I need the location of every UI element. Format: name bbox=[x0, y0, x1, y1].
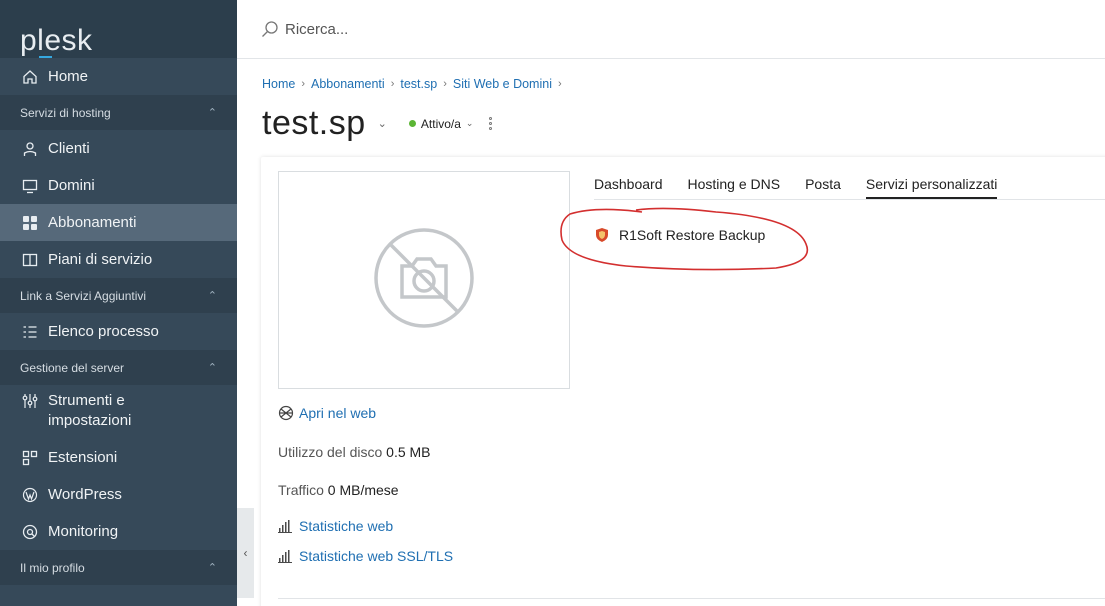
topbar bbox=[237, 0, 1105, 59]
sidebar-item-monitoring[interactable]: Monitoring bbox=[0, 513, 237, 550]
globe-icon bbox=[278, 405, 294, 421]
sidebar-item-clienti[interactable]: Clienti bbox=[0, 130, 237, 167]
traffic: Traffico 0 MB/mese bbox=[278, 482, 399, 498]
section-profile[interactable]: Il mio profilo ⌃ bbox=[0, 550, 237, 585]
bar-chart-icon bbox=[278, 549, 293, 563]
chevron-right-icon: › bbox=[301, 78, 306, 90]
sidebar-item-label: WordPress bbox=[48, 486, 122, 503]
section-server[interactable]: Gestione del server ⌃ bbox=[0, 350, 237, 385]
breadcrumb-home[interactable]: Home bbox=[262, 77, 295, 91]
breadcrumb-websites[interactable]: Siti Web e Domini bbox=[453, 77, 552, 91]
sidebar-item-estensioni[interactable]: Estensioni bbox=[0, 439, 237, 476]
sidebar-item-label: Home bbox=[48, 68, 89, 85]
chevron-up-icon: ⌃ bbox=[207, 362, 217, 374]
red-annotation-circle bbox=[560, 207, 809, 271]
section-hosting[interactable]: Servizi di hosting ⌃ bbox=[0, 95, 237, 130]
book-icon bbox=[22, 252, 38, 268]
breadcrumb-abbonamenti[interactable]: Abbonamenti bbox=[311, 77, 385, 91]
tabs: Dashboard Hosting e DNS Posta Servizi pe… bbox=[594, 176, 1022, 199]
wordpress-icon bbox=[22, 487, 38, 503]
sidebar-item-label: Elenco processo bbox=[48, 323, 159, 340]
sidebar-item-home[interactable]: Home bbox=[0, 58, 237, 95]
sidebar-item-label: Monitoring bbox=[48, 523, 119, 540]
page-title: test.sp bbox=[262, 104, 366, 142]
status-dot bbox=[408, 120, 416, 127]
tab-servizi-personalizzati[interactable]: Servizi personalizzati bbox=[865, 176, 998, 199]
tab-posta[interactable]: Posta bbox=[805, 176, 841, 199]
sidebar: plesk Home Servizi di hosting ⌃ Clienti … bbox=[0, 0, 237, 606]
breadcrumb-subscription[interactable]: test.sp bbox=[400, 77, 437, 91]
chevron-right-icon: › bbox=[390, 78, 395, 90]
sidebar-item-elenco[interactable]: Elenco processo bbox=[0, 313, 237, 350]
chevron-down-icon[interactable]: ⌄ bbox=[378, 117, 387, 130]
chevron-up-icon: ⌃ bbox=[207, 107, 217, 119]
plesk-logo[interactable]: plesk bbox=[0, 0, 237, 58]
web-stats-ssl-link[interactable]: Statistiche web SSL/TLS bbox=[278, 548, 453, 564]
extensions-icon bbox=[22, 450, 38, 466]
sidebar-item-label: Domini bbox=[48, 177, 95, 194]
site-preview bbox=[278, 171, 570, 389]
sidebar-item-abbonamenti[interactable]: Abbonamenti bbox=[0, 204, 237, 241]
monitor-icon bbox=[22, 178, 38, 194]
checklist-icon bbox=[22, 324, 38, 340]
logo-underline bbox=[39, 56, 52, 58]
chevron-left-icon: ‹ bbox=[243, 546, 248, 560]
chevron-right-icon: › bbox=[443, 78, 447, 90]
breadcrumb: Home › Abbonamenti › test.sp › Siti Web … bbox=[262, 77, 568, 91]
status-label: Attivo/a bbox=[420, 116, 461, 131]
tab-hosting-dns[interactable]: Hosting e DNS bbox=[688, 176, 781, 199]
user-icon bbox=[22, 141, 38, 157]
open-in-web-link[interactable]: Apri nel web bbox=[278, 405, 376, 421]
search-input[interactable] bbox=[285, 20, 685, 38]
sidebar-item-piani[interactable]: Piani di servizio bbox=[0, 241, 237, 278]
sidebar-item-domini[interactable]: Domini bbox=[0, 167, 237, 204]
monitoring-icon bbox=[22, 524, 38, 540]
tab-dashboard[interactable]: Dashboard bbox=[594, 176, 663, 199]
chevron-up-icon: ⌃ bbox=[207, 290, 217, 302]
sidebar-item-label: Strumenti e impostazioni bbox=[48, 392, 132, 429]
sidebar-item-wordpress[interactable]: WordPress bbox=[0, 476, 237, 513]
sidebar-item-label: Estensioni bbox=[48, 449, 118, 466]
sidebar-item-strumenti[interactable]: Strumenti e impostazioni bbox=[0, 385, 237, 439]
section-links[interactable]: Link a Servizi Aggiuntivi ⌃ bbox=[0, 278, 237, 313]
disk-usage: Utilizzo del disco 0.5 MB bbox=[278, 444, 431, 460]
search-icon bbox=[261, 20, 279, 38]
web-stats-link[interactable]: Statistiche web bbox=[278, 518, 393, 534]
more-options-icon[interactable] bbox=[489, 117, 493, 130]
sidebar-collapse-button[interactable]: ‹ bbox=[237, 508, 254, 598]
sidebar-item-label: Abbonamenti bbox=[48, 214, 137, 231]
title-row: test.sp ⌄ Attivo/a ⌄ bbox=[262, 104, 493, 143]
status-dropdown[interactable]: Attivo/a ⌄ bbox=[408, 116, 474, 131]
chevron-down-icon: ⌄ bbox=[465, 118, 474, 128]
no-preview-icon bbox=[372, 226, 476, 335]
home-icon bbox=[22, 69, 38, 85]
traffic-value: 0 MB/mese bbox=[327, 482, 399, 498]
chevron-right-icon: › bbox=[557, 78, 562, 90]
grid-icon bbox=[22, 215, 38, 231]
bar-chart-icon bbox=[278, 519, 293, 533]
sidebar-item-label: Piani di servizio bbox=[48, 251, 153, 268]
sidebar-item-label: Clienti bbox=[48, 140, 90, 157]
chevron-up-icon: ⌃ bbox=[207, 562, 217, 574]
disk-usage-value: 0.5 MB bbox=[386, 444, 431, 460]
bottom-divider bbox=[278, 598, 1105, 599]
sliders-icon bbox=[22, 393, 38, 409]
